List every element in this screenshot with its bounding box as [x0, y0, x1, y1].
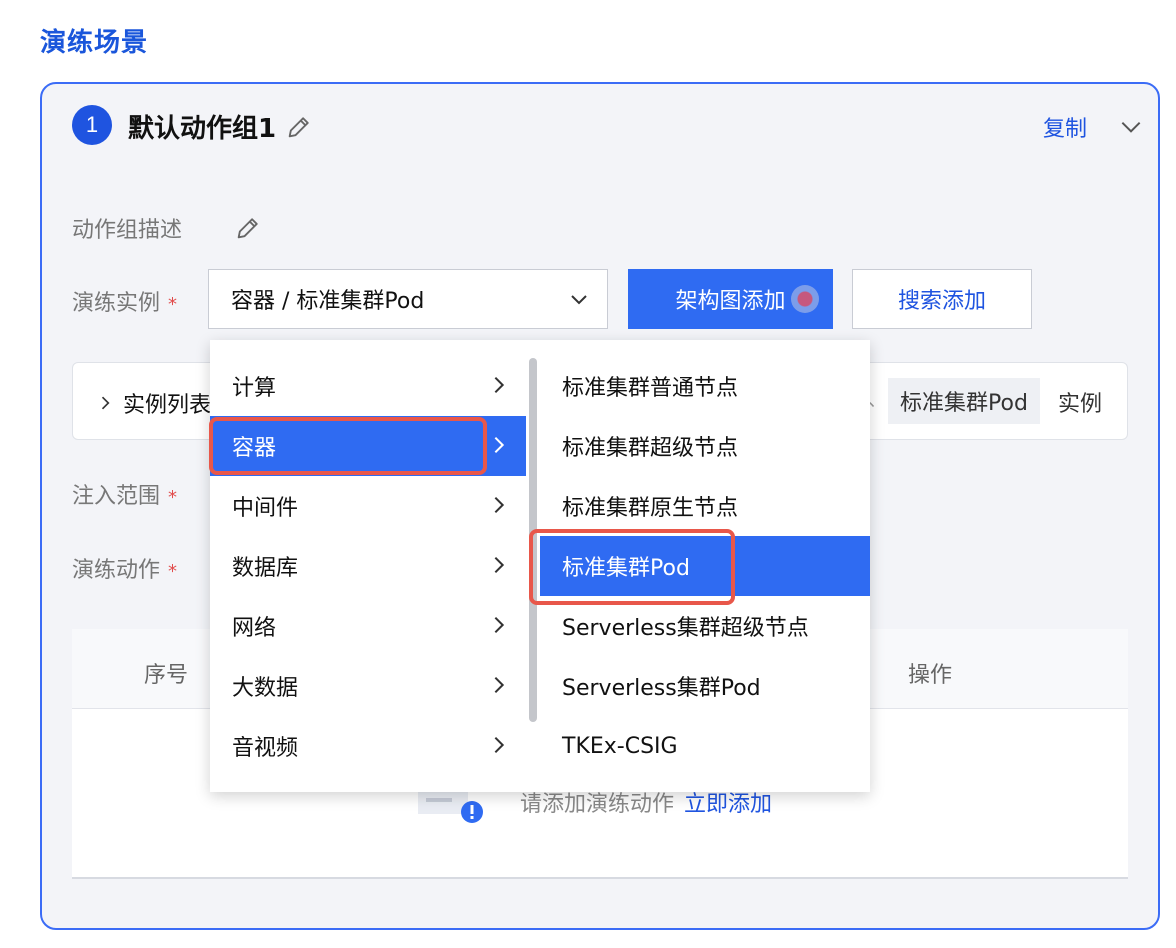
instance-type-tag: 标准集群Pod — [888, 378, 1040, 424]
pencil-icon[interactable] — [284, 112, 314, 142]
group-name: 默认动作组1 — [128, 114, 277, 144]
chevron-right-icon — [494, 376, 505, 394]
chevron-down-icon[interactable] — [1118, 114, 1144, 140]
empty-state-text: 请添加演练动作 — [520, 792, 675, 817]
cascader-item-network[interactable]: 网络 — [210, 596, 526, 656]
highlight-box-pod — [529, 529, 735, 605]
instance-label: 演练实例 * — [72, 291, 178, 316]
cascader-subitem[interactable]: 标准集群原生节点 — [540, 476, 870, 536]
instance-tag-suffix: 实例 — [1058, 392, 1103, 417]
page-title: 演练场景 — [40, 28, 149, 58]
cascader-item-label: 数据库 — [232, 556, 299, 581]
chevron-right-icon — [494, 556, 505, 574]
instance-list-expander[interactable]: 实例列表 — [95, 387, 211, 419]
table-divider — [72, 877, 1128, 879]
arch-add-label: 架构图添加 — [675, 289, 786, 314]
chevron-right-icon — [494, 436, 505, 454]
cascader-item-label: 网络 — [232, 616, 277, 641]
column-index: 序号 — [144, 663, 189, 688]
instance-list-label: 实例列表 — [123, 393, 212, 418]
chevron-down-icon — [567, 287, 591, 311]
cascader-item-middleware[interactable]: 中间件 — [210, 476, 526, 536]
cascader-item-label: 大数据 — [232, 676, 299, 701]
highlight-box-container — [209, 417, 487, 475]
cascader-item-media[interactable]: 音视频 — [210, 716, 526, 776]
instance-type-select[interactable]: 容器 / 标准集群Pod — [208, 269, 608, 329]
pencil-icon[interactable] — [232, 212, 264, 244]
add-action-link[interactable]: 立即添加 — [684, 792, 772, 817]
cursor-indicator — [791, 285, 819, 313]
scope-label: 注入范围 * — [72, 484, 178, 509]
chevron-right-icon — [494, 676, 505, 694]
cascader-level1: 计算 容器 中间件 数据库 网络 大数据 音视频 — [210, 340, 526, 792]
arch-add-button[interactable]: 架构图添加 — [628, 269, 833, 329]
chevron-right-icon — [494, 616, 505, 634]
cascader-item-compute[interactable]: 计算 — [210, 356, 526, 416]
chevron-right-icon — [101, 396, 110, 410]
cascader-item-label: 音视频 — [232, 736, 299, 761]
empty-state-icon — [418, 788, 486, 828]
cascader-item-label: 计算 — [232, 376, 277, 401]
step-number-badge: 1 — [72, 105, 112, 145]
tag-separator: 、 — [868, 390, 886, 411]
cascader-item-bigdata[interactable]: 大数据 — [210, 656, 526, 716]
chevron-right-icon — [494, 736, 505, 754]
action-label: 演练动作 * — [72, 558, 178, 583]
cascader-item-label: 中间件 — [232, 496, 299, 521]
column-operation: 操作 — [908, 663, 953, 688]
description-label: 动作组描述 — [72, 218, 183, 243]
cascader-subitem[interactable]: 标准集群超级节点 — [540, 416, 870, 476]
cascader-subitem[interactable]: 标准集群普通节点 — [540, 356, 870, 416]
cascader-subitem[interactable]: Serverless集群Pod — [540, 656, 870, 716]
instance-select-value: 容器 / 标准集群Pod — [231, 289, 425, 314]
chevron-right-icon — [494, 496, 505, 514]
cascader-subitem[interactable]: Serverless集群超级节点 — [540, 596, 870, 656]
cascader-subitem[interactable]: TKEx-CSIG — [540, 716, 870, 776]
cascader-item-database[interactable]: 数据库 — [210, 536, 526, 596]
copy-button[interactable]: 复制 — [1043, 111, 1087, 143]
search-add-button[interactable]: 搜索添加 — [852, 269, 1032, 329]
